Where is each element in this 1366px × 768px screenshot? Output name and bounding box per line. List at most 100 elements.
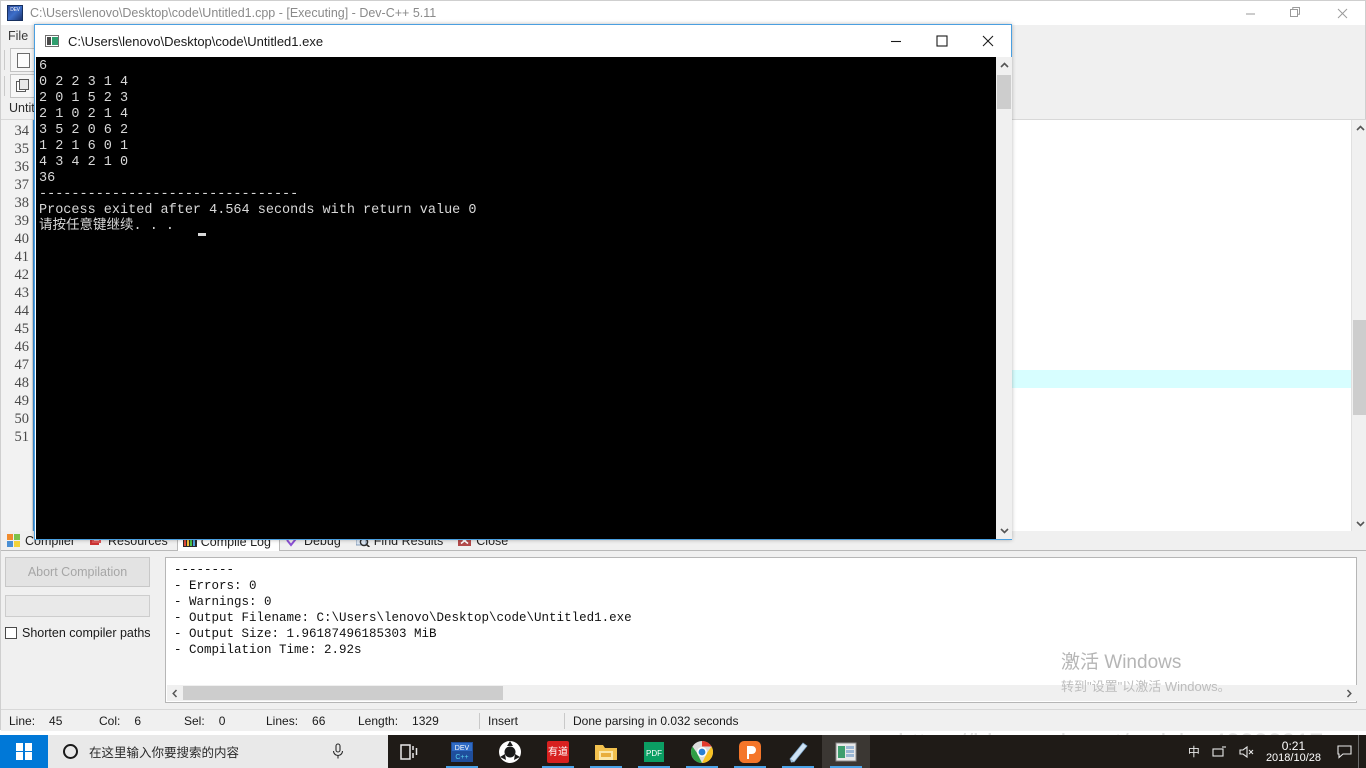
status-length-key: Length: [358,713,399,728]
line-number: 34 [14,123,30,139]
status-line: Line: 45 [1,710,91,732]
scroll-right-icon[interactable] [1341,685,1357,701]
line-number: 39 [14,213,30,229]
svg-text:有道: 有道 [548,745,568,758]
console-scroll-thumb[interactable] [997,75,1011,109]
status-length-value: 1329 [412,713,439,728]
console-title: C:\Users\lenovo\Desktop\code\Untitled1.e… [68,33,324,49]
status-col-value: 6 [134,713,142,728]
editor-scroll-thumb[interactable] [1353,320,1366,415]
devcpp-titlebar: C:\Users\lenovo\Desktop\code\Untitled1.c… [1,1,1365,25]
status-message-text: Done parsing in 0.032 seconds [573,713,739,728]
search-circle-icon [63,744,78,759]
status-col: Col: 6 [91,710,176,732]
console-scrollbar[interactable] [996,57,1012,539]
line-number: 41 [14,249,30,265]
compile-log-hscrollbar[interactable] [167,685,1357,701]
status-message: Done parsing in 0.032 seconds [565,710,1366,732]
chrome-taskbar-icon[interactable] [678,735,726,768]
status-col-key: Col: [99,713,121,728]
pages-icon [16,79,30,93]
taskbar: 在这里输入你要搜索的内容 DEV C++ 有道 PDF 中 0:21 2018/… [0,735,1366,768]
maximize-icon[interactable] [919,25,965,57]
shorten-compiler-paths-checkbox[interactable] [5,627,17,639]
search-input[interactable]: 在这里输入你要搜索的内容 [48,735,388,768]
status-sel-value: 0 [218,713,226,728]
status-sel-key: Sel: [184,713,205,728]
scroll-down-icon[interactable] [1352,515,1366,532]
line-number: 46 [14,339,30,355]
status-lines-key: Lines: [266,713,299,728]
compile-controls: Abort Compilation Shorten compiler paths [5,557,161,703]
status-line-key: Line: [9,713,36,728]
line-number: 38 [14,195,30,211]
scroll-up-icon[interactable] [1352,120,1366,137]
svg-text:C++: C++ [455,754,468,761]
task-view-icon[interactable] [388,735,432,768]
compile-log-scroll-thumb[interactable] [183,686,503,700]
taskbar-clock[interactable]: 0:21 2018/10/28 [1260,740,1331,764]
close-icon[interactable] [1319,1,1365,25]
media-player-taskbar-icon[interactable] [486,735,534,768]
line-number: 49 [14,393,30,409]
menu-file[interactable]: File [1,27,35,45]
abort-compilation-button[interactable]: Abort Compilation [5,557,150,587]
devcpp-icon [7,5,23,21]
console-output-text: 6 0 2 2 3 1 4 2 0 1 5 2 3 2 1 0 2 1 4 3 … [39,59,477,234]
line-number: 45 [14,321,30,337]
devcpp-title: C:\Users\lenovo\Desktop\code\Untitled1.c… [30,6,437,20]
devcpp-taskbar-icon[interactable]: DEV C++ [438,735,486,768]
console-window-buttons [873,25,1011,57]
youdao-taskbar-icon[interactable]: 有道 [534,735,582,768]
notepad-taskbar-icon[interactable] [774,735,822,768]
action-center-icon[interactable] [1331,744,1358,759]
line-number: 44 [14,303,30,319]
minimize-icon[interactable] [1227,1,1273,25]
status-line-value: 45 [49,713,63,728]
compile-progress-bar [5,595,150,617]
svg-text:PDF: PDF [646,749,662,758]
wps-presentation-taskbar-icon[interactable] [726,735,774,768]
windows-start-icon [15,743,33,760]
clock-time: 0:21 [1281,738,1306,753]
start-button[interactable] [0,735,48,768]
compile-log-panel[interactable]: -------- - Errors: 0 - Warnings: 0 - Out… [165,557,1357,703]
compile-log-text: -------- - Errors: 0 - Warnings: 0 - Out… [174,563,632,657]
system-tray: 中 0:21 2018/10/28 [1182,735,1366,768]
taskbar-apps: DEV C++ 有道 PDF [438,735,870,768]
scroll-up-icon[interactable] [996,57,1012,74]
console-output-area[interactable]: 6 0 2 2 3 1 4 2 0 1 5 2 3 2 1 0 2 1 4 3 … [36,57,1012,539]
editor-vertical-scrollbar[interactable] [1351,120,1366,532]
line-number: 42 [14,267,30,283]
shorten-compiler-paths-label: Shorten compiler paths [22,626,151,640]
microphone-icon[interactable] [330,743,346,760]
status-sel: Sel: 0 [176,710,258,732]
tray-volume-icon[interactable] [1233,745,1260,759]
pdf-reader-taskbar-icon[interactable]: PDF [630,735,678,768]
console-window: C:\Users\lenovo\Desktop\code\Untitled1.e… [34,24,1012,540]
minimize-icon[interactable] [873,25,919,57]
scroll-down-icon[interactable] [996,522,1012,539]
line-number: 48 [14,375,30,391]
scroll-left-icon[interactable] [167,685,183,701]
console-taskbar-icon[interactable] [822,735,870,768]
search-placeholder: 在这里输入你要搜索的内容 [89,746,240,760]
close-icon[interactable] [965,25,1011,57]
line-number: 40 [14,231,30,247]
line-number: 35 [14,141,30,157]
open-project-button[interactable] [10,74,36,98]
svg-text:DEV: DEV [455,745,470,752]
file-explorer-taskbar-icon[interactable] [582,735,630,768]
restore-icon[interactable] [1273,1,1319,25]
status-lines: Lines: 66 [258,710,350,732]
new-file-button[interactable] [10,48,36,72]
compiler-icon [7,534,21,547]
show-desktop-button[interactable] [1358,735,1366,768]
bottom-panel: Compiler Resources Compile Log Debug Find Re… [1,531,1366,709]
tray-network-icon[interactable] [1206,745,1233,759]
line-number: 50 [14,411,30,427]
tray-ime-indicator[interactable]: 中 [1182,743,1206,760]
line-number: 36 [14,159,30,175]
editor-gutter: 34 35 36 37 38 39 40 41 42 43 44 45 46 47 48 49 50 51 [1,120,33,532]
line-number: 47 [14,357,30,373]
